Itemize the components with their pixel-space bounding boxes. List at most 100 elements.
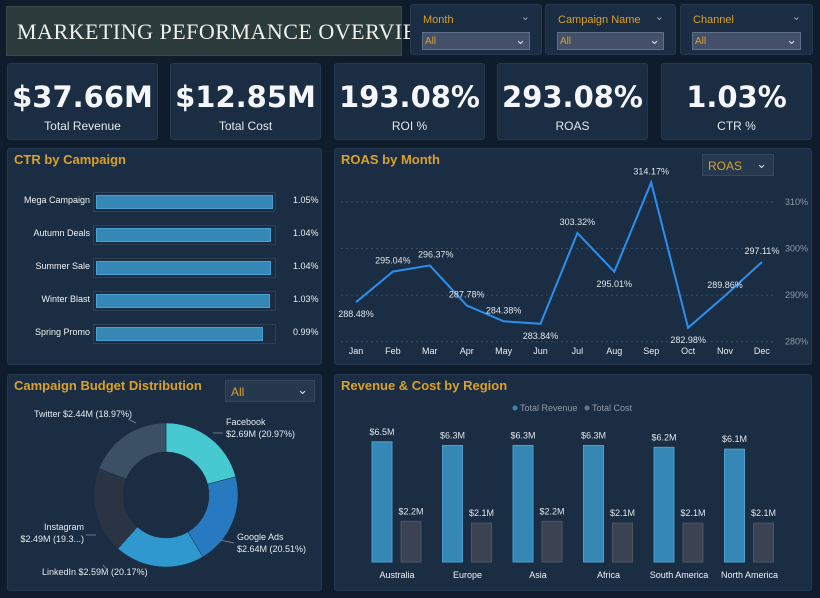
roas-line-chart: 280% 290% 300% 310% 288.48% Jan 295.04% Feb 296.… <box>338 166 808 356</box>
roas-point[interactable] <box>427 263 432 268</box>
roas-point[interactable] <box>390 269 395 274</box>
ctr-bar[interactable] <box>96 195 273 209</box>
ctr-bar[interactable] <box>96 261 272 275</box>
roas-point[interactable] <box>723 293 728 298</box>
x-tick-label: Apr <box>460 346 474 356</box>
kpi-value: $12.85M <box>175 80 316 114</box>
cost-bar[interactable] <box>753 522 774 563</box>
donut-slice-value: $2.64M (20.51%) <box>237 544 306 554</box>
donut-slice-label: LinkedIn $2.59M (20.17%) <box>42 567 148 577</box>
roas-data-label: 303.32% <box>560 217 596 227</box>
cost-bar[interactable] <box>682 522 704 563</box>
ctr-bar-track <box>93 324 276 344</box>
roas-data-label: 287.78% <box>449 289 485 299</box>
chevron-down-icon[interactable]: ⌄ <box>792 10 801 23</box>
chevron-down-icon: ⌄ <box>649 32 660 47</box>
ctr-bar-row[interactable]: Winter Blast 1.03% <box>8 289 323 313</box>
budget-distribution-panel: Campaign Budget Distribution All ⌄ Faceb… <box>7 374 322 591</box>
donut-slice[interactable] <box>98 422 167 480</box>
roas-data-label: 296.37% <box>418 249 454 259</box>
ctr-bar-row[interactable]: Spring Promo 0.99% <box>8 322 323 346</box>
region-category-label: Australia <box>379 570 414 580</box>
chevron-down-icon: ⌄ <box>786 32 797 47</box>
region-category-label: North America <box>721 570 778 580</box>
filter-channel[interactable]: Channel ⌄ All ⌄ <box>680 4 813 55</box>
roas-point[interactable] <box>354 300 359 305</box>
donut-slice-label: Instagram <box>44 522 84 532</box>
revenue-bar[interactable] <box>442 444 463 563</box>
revenue-data-label: $6.1M <box>722 434 747 444</box>
ctr-bar-row[interactable]: Summer Sale 1.04% <box>8 256 323 280</box>
revenue-bar[interactable] <box>653 446 675 563</box>
filter-channel-select[interactable]: All ⌄ <box>692 32 801 50</box>
chevron-down-icon[interactable]: ⌄ <box>655 10 664 23</box>
kpi-value: $37.66M <box>12 80 153 114</box>
legend-label[interactable]: Total Revenue <box>520 403 578 413</box>
ctr-value-label: 1.04% <box>293 261 319 271</box>
ctr-bar-row[interactable]: Mega Campaign 1.05% <box>8 190 323 214</box>
region-category-label: South America <box>650 570 709 580</box>
ctr-value-label: 1.05% <box>293 195 319 205</box>
ctr-bar-track <box>93 258 276 278</box>
cost-bar[interactable] <box>400 520 422 563</box>
roas-point[interactable] <box>575 231 580 236</box>
revenue-bar[interactable] <box>512 444 534 563</box>
dashboard-title: MARKETING PEFORMANCE OVERVIEW <box>17 19 438 44</box>
y-tick-label: 280% <box>785 337 808 347</box>
roas-point[interactable] <box>686 325 691 330</box>
donut-slice-label: Google Ads <box>237 532 284 542</box>
y-tick-label: 310% <box>785 197 808 207</box>
ctr-bar[interactable] <box>96 294 270 308</box>
roas-point[interactable] <box>612 269 617 274</box>
revenue-bar[interactable] <box>583 444 604 563</box>
kpi-label: ROAS <box>555 119 590 133</box>
roas-data-label: 295.04% <box>375 256 411 266</box>
cost-data-label: $2.1M <box>610 508 635 518</box>
x-tick-label: Feb <box>385 346 401 356</box>
ctr-bar[interactable] <box>96 228 272 242</box>
revenue-data-label: $6.3M <box>510 430 535 440</box>
roas-point[interactable] <box>649 180 654 185</box>
filter-month-value: All <box>425 36 437 47</box>
kpi-roi: 193.08% ROI % <box>334 63 485 140</box>
ctr-category-label: Autumn Deals <box>33 228 90 238</box>
kpi-value: 293.08% <box>502 80 643 114</box>
cost-data-label: $2.1M <box>469 508 494 518</box>
roas-point[interactable] <box>464 303 469 308</box>
revenue-data-label: $6.5M <box>369 427 394 437</box>
revenue-bar[interactable] <box>724 448 745 563</box>
region-category-label: Asia <box>529 570 547 580</box>
legend-label[interactable]: Total Cost <box>592 403 633 413</box>
filter-campaign-select[interactable]: All ⌄ <box>557 32 664 50</box>
filter-campaign-name[interactable]: Campaign Name ⌄ All ⌄ <box>545 4 676 55</box>
chevron-down-icon[interactable]: ⌄ <box>521 10 530 23</box>
ctr-bar-track <box>93 225 276 245</box>
ctr-bar-track <box>93 291 276 311</box>
filter-campaign-value: All <box>560 36 572 47</box>
roas-series-line[interactable] <box>355 179 763 330</box>
roas-by-month-panel: ROAS by Month ROAS ⌄ 280% 290% 300% 310% 288… <box>334 148 812 365</box>
ctr-bar-track <box>93 192 276 212</box>
x-tick-label: Jan <box>349 346 364 356</box>
roas-point[interactable] <box>501 319 506 324</box>
cost-bar[interactable] <box>541 520 563 563</box>
kpi-label: Total Revenue <box>44 119 121 133</box>
roas-point[interactable] <box>759 259 764 264</box>
roas-point[interactable] <box>538 321 543 326</box>
x-tick-label: Mar <box>422 346 438 356</box>
kpi-total-revenue: $37.66M Total Revenue <box>7 63 158 140</box>
revenue-bar[interactable] <box>371 441 393 563</box>
cost-data-label: $2.2M <box>539 506 564 516</box>
cost-bar[interactable] <box>471 522 492 563</box>
ctr-category-label: Winter Blast <box>41 294 90 304</box>
kpi-roas: 293.08% ROAS <box>497 63 648 140</box>
cost-bar[interactable] <box>612 522 633 563</box>
x-tick-label: Oct <box>681 346 696 356</box>
roas-data-label: 314.17% <box>633 166 669 176</box>
revenue-data-label: $6.3M <box>581 430 606 440</box>
filter-month-select[interactable]: All ⌄ <box>422 32 530 50</box>
filter-month[interactable]: Month ⌄ All ⌄ <box>410 4 542 55</box>
ctr-bar-row[interactable]: Autumn Deals 1.04% <box>8 223 323 247</box>
ctr-bar[interactable] <box>96 327 263 341</box>
y-tick-label: 300% <box>785 244 808 254</box>
